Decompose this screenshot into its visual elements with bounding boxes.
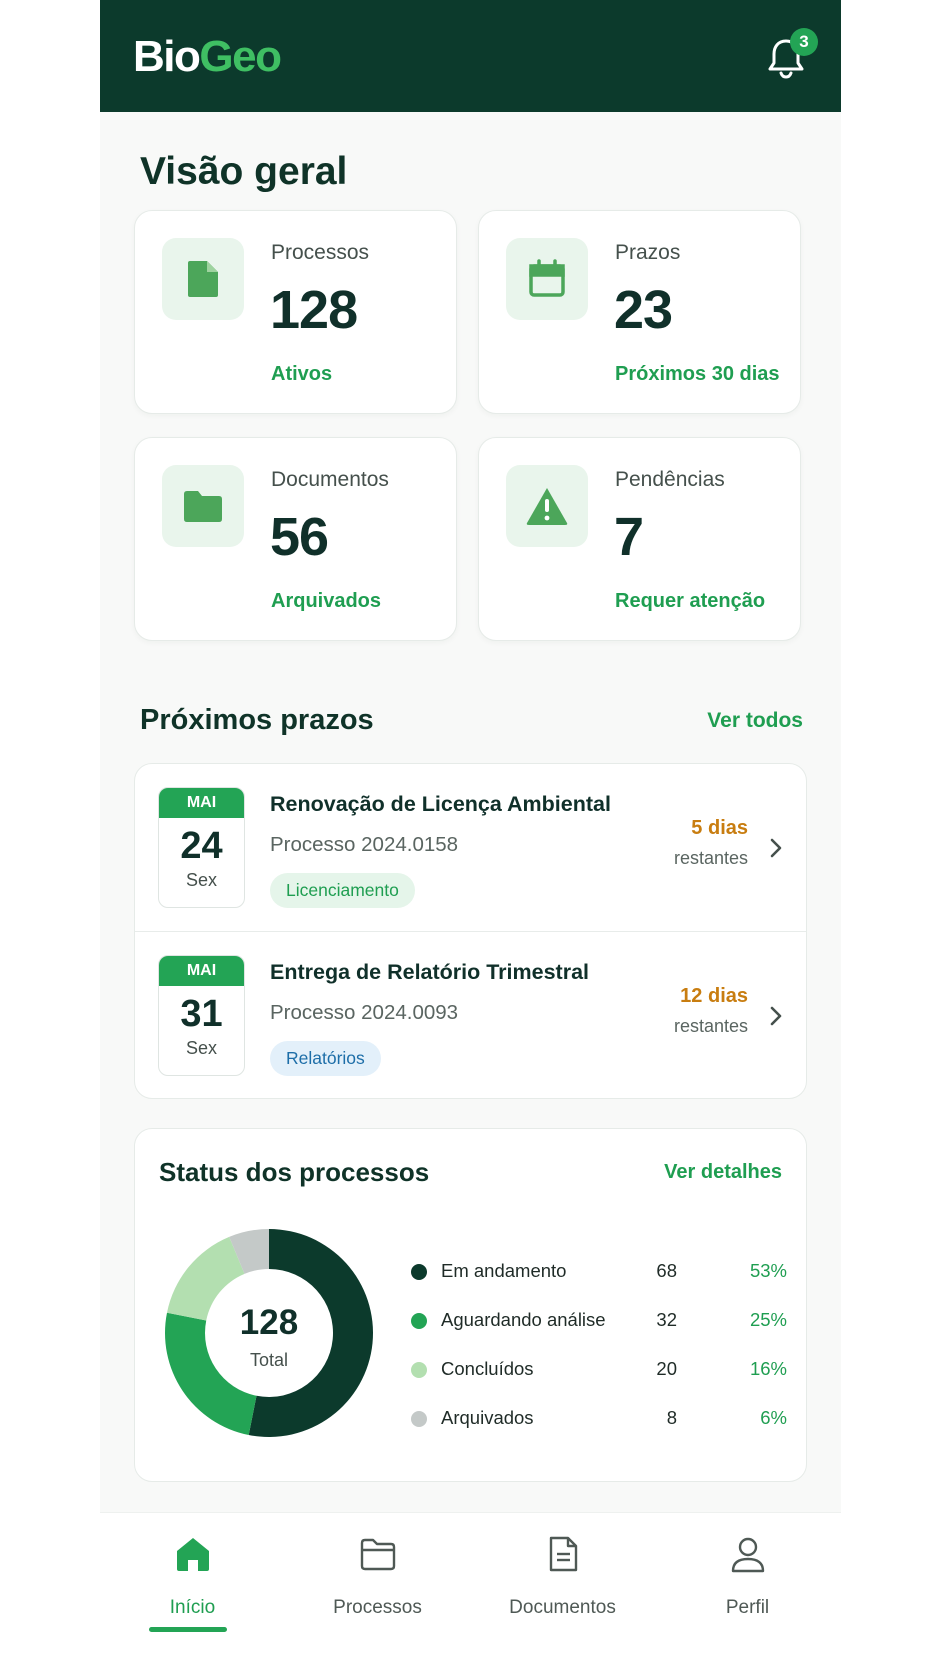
deadline-tag: Licenciamento [270,873,415,908]
logo-geo: Geo [199,32,282,81]
legend-dot [411,1411,427,1427]
donut-total-label: Total [249,1350,289,1370]
nav-active-indicator [149,1627,227,1632]
bottom-nav: Início Processos Documentos Perfil [100,1512,841,1672]
legend-label: Aguardando análise [441,1309,606,1330]
legend-count: 68 [656,1260,677,1281]
date-badge: MAI 24 Sex [158,787,245,908]
stat-value: 23 [614,280,673,340]
folder-icon [360,1538,396,1571]
nav-item-perfil[interactable]: Perfil [655,1513,840,1633]
legend-percent: 25% [749,1309,787,1330]
deadline-days: 5 dias [691,817,748,839]
nav-label: Perfil [725,1597,770,1618]
view-all-link[interactable]: Ver todos [707,709,803,733]
deadline-title: Entrega de Relatório Trimestral [270,960,590,984]
legend-count: 32 [656,1309,677,1330]
deadline-days: 12 dias [680,985,748,1007]
deadline-item[interactable]: MAI 24 Sex Renovação de Licença Ambienta… [135,764,806,931]
donut-total-value: 128 [239,1303,299,1342]
legend-dot [411,1264,427,1280]
chevron-right-icon[interactable] [766,1004,786,1028]
stat-label: Documentos [271,468,389,491]
stat-value: 7 [614,507,644,567]
legend-label: Arquivados [441,1407,534,1428]
nav-label: Processos [333,1597,422,1618]
warning-icon [526,488,568,525]
stat-label: Pendências [615,468,725,491]
document-icon [188,261,218,297]
legend-count: 8 [666,1407,677,1428]
legend-label: Concluídos [441,1358,534,1379]
stat-icon-box [506,238,588,320]
deadline-process: Processo 2024.0093 [270,1001,459,1024]
status-title: Status dos processos [159,1157,430,1187]
date-day: 24 [180,825,223,867]
nav-label: Início [169,1597,216,1618]
home-icon [177,1538,209,1571]
notification-badge: 3 [790,28,818,56]
legend-count: 20 [656,1358,677,1379]
deadline-remaining: restantes [673,1016,748,1036]
stat-icon-box [162,465,244,547]
date-badge: MAI 31 Sex [158,955,245,1076]
legend-dot [411,1362,427,1378]
stat-subtitle: Ativos [271,363,333,385]
stat-card-documentos[interactable]: Documentos 56 Arquivados [134,437,457,641]
legend-percent: 6% [760,1407,787,1428]
view-details-link[interactable]: Ver detalhes [664,1161,782,1184]
date-day: 31 [180,993,223,1035]
app-screen: BioGeo 3 Visão geral Processos 128 Ativo… [100,0,841,1672]
stat-icon-box [162,238,244,320]
legend-label: Em andamento [441,1260,567,1281]
calendar-icon [529,259,565,297]
top-bar: BioGeo 3 [100,0,841,112]
legend-item: Aguardando análise 32 25% [411,1306,787,1336]
legend-dot [411,1313,427,1329]
legend-item: Concluídos 20 16% [411,1355,787,1385]
deadlines-title: Próximos prazos [140,704,374,736]
stat-label: Prazos [615,241,681,264]
legend-percent: 53% [749,1260,787,1281]
user-icon [731,1537,765,1573]
stat-value: 56 [270,507,329,567]
document-icon [549,1536,578,1572]
deadline-remaining: restantes [673,848,748,868]
deadline-process: Processo 2024.0158 [270,833,459,856]
nav-item-processos[interactable]: Processos [285,1513,470,1633]
deadline-tag: Relatórios [270,1041,381,1076]
stat-card-pendencias[interactable]: Pendências 7 Requer atenção [478,437,801,641]
date-weekday: Sex [185,870,218,890]
stat-subtitle: Arquivados [271,590,382,612]
chevron-right-icon[interactable] [766,836,786,860]
stat-icon-box [506,465,588,547]
logo[interactable]: BioGeo [133,32,282,82]
legend-percent: 16% [749,1358,787,1379]
stat-subtitle: Requer atenção [615,590,766,612]
stat-card-prazos[interactable]: Prazos 23 Próximos 30 dias [478,210,801,414]
date-month: MAI [159,788,244,818]
legend-item: Arquivados 8 6% [411,1404,787,1434]
page-title: Visão geral [140,150,348,193]
logo-bio: Bio [133,32,201,81]
deadline-item[interactable]: MAI 31 Sex Entrega de Relatório Trimestr… [135,931,806,1098]
date-weekday: Sex [185,1038,218,1058]
folder-icon [184,491,222,522]
status-card: Status dos processos Ver detalhes 128 To… [134,1128,807,1482]
nav-item-documentos[interactable]: Documentos [470,1513,655,1633]
stat-value: 128 [270,280,358,340]
stat-card-processos[interactable]: Processos 128 Ativos [134,210,457,414]
deadlines-list: MAI 24 Sex Renovação de Licença Ambienta… [134,763,807,1099]
nav-label: Documentos [509,1597,616,1618]
legend-item: Em andamento 68 53% [411,1257,787,1287]
deadline-title: Renovação de Licença Ambiental [270,792,611,816]
stat-subtitle: Próximos 30 dias [615,363,780,385]
stat-label: Processos [271,241,370,264]
nav-item-inicio[interactable]: Início [100,1513,285,1633]
date-month: MAI [159,956,244,986]
